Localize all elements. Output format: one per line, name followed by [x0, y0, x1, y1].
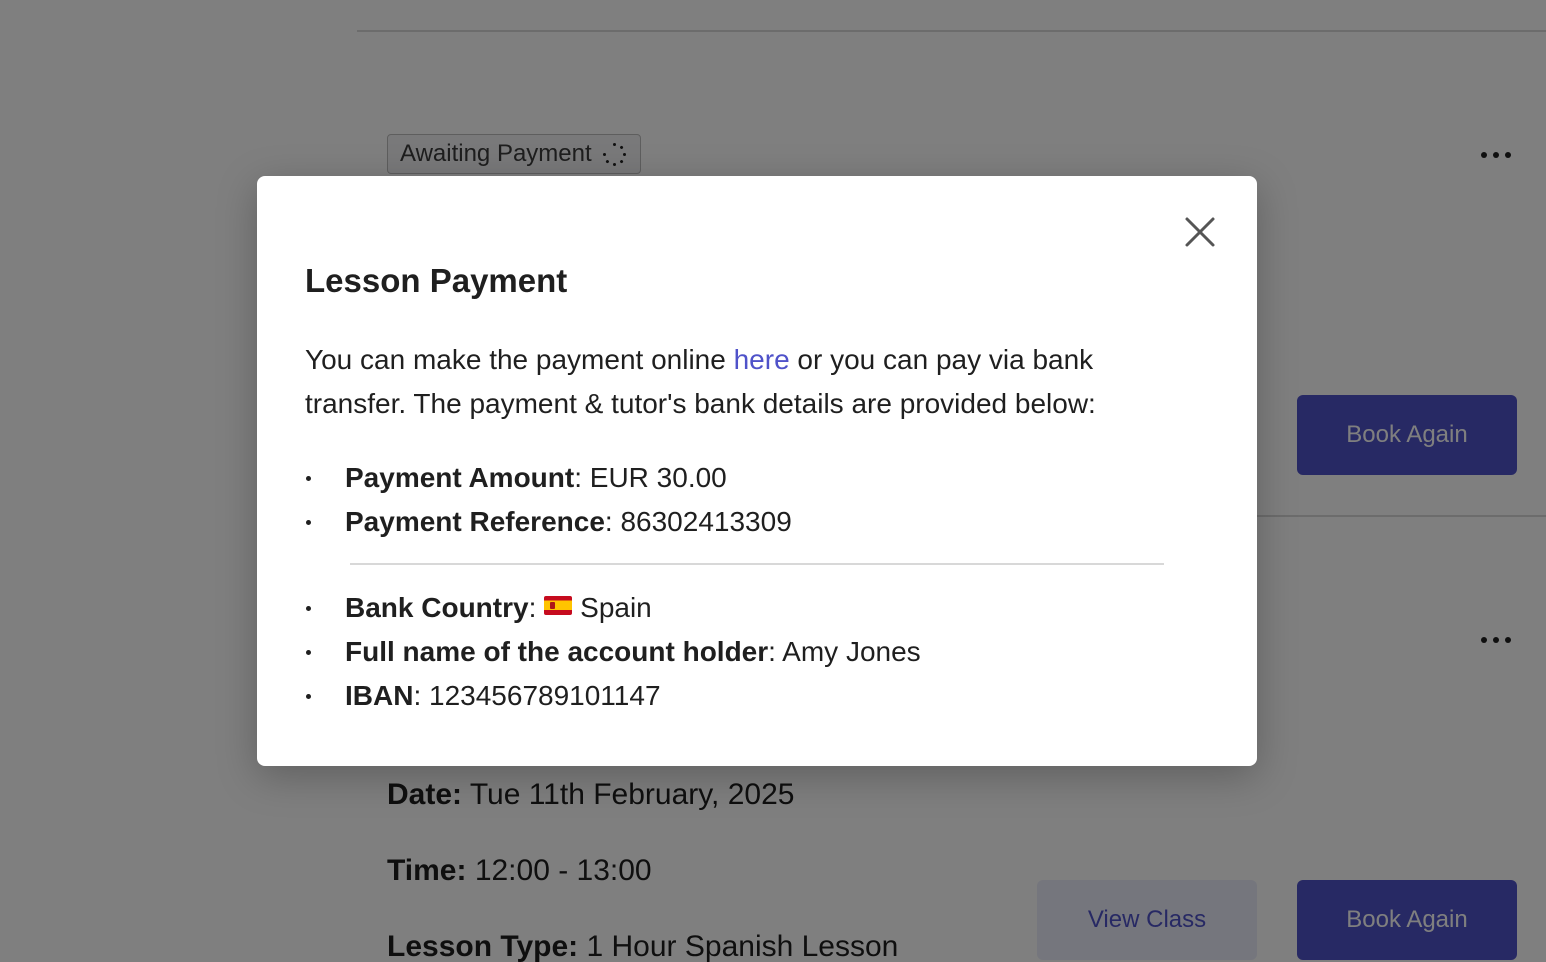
close-icon[interactable]: [1182, 214, 1218, 250]
payment-reference-label: Payment Reference: [345, 506, 605, 537]
account-holder-value: Amy Jones: [782, 636, 921, 667]
list-item: IBAN: 123456789101147: [305, 674, 1185, 718]
list-item: Full name of the account holder: Amy Jon…: [305, 630, 1185, 674]
payment-details-list: Payment Amount: EUR 30.00 Payment Refere…: [305, 456, 1185, 544]
payment-reference-value: 86302413309: [620, 506, 792, 537]
spain-flag-icon: [544, 596, 573, 615]
bank-details-list: Bank Country: Spain Full name of the acc…: [305, 586, 1185, 718]
pay-online-link[interactable]: here: [734, 344, 790, 375]
account-holder-label: Full name of the account holder: [345, 636, 769, 667]
iban-value: 123456789101147: [429, 680, 661, 711]
intro-text: You can make the payment online: [305, 344, 734, 375]
payment-amount-value: EUR 30.00: [589, 462, 727, 493]
modal-title: Lesson Payment: [305, 262, 568, 299]
payment-modal: Lesson Payment You can make the payment …: [257, 176, 1257, 766]
bank-country-value: Spain: [580, 592, 652, 623]
modal-intro: You can make the payment online here or …: [305, 338, 1185, 426]
list-item: Payment Amount: EUR 30.00: [305, 456, 1185, 500]
list-item: Bank Country: Spain: [305, 586, 1185, 630]
payment-amount-label: Payment Amount: [345, 462, 575, 493]
bank-country-label: Bank Country: [345, 592, 529, 623]
divider: [350, 563, 1164, 565]
list-item: Payment Reference: 86302413309: [305, 500, 1185, 544]
iban-label: IBAN: [345, 680, 414, 711]
